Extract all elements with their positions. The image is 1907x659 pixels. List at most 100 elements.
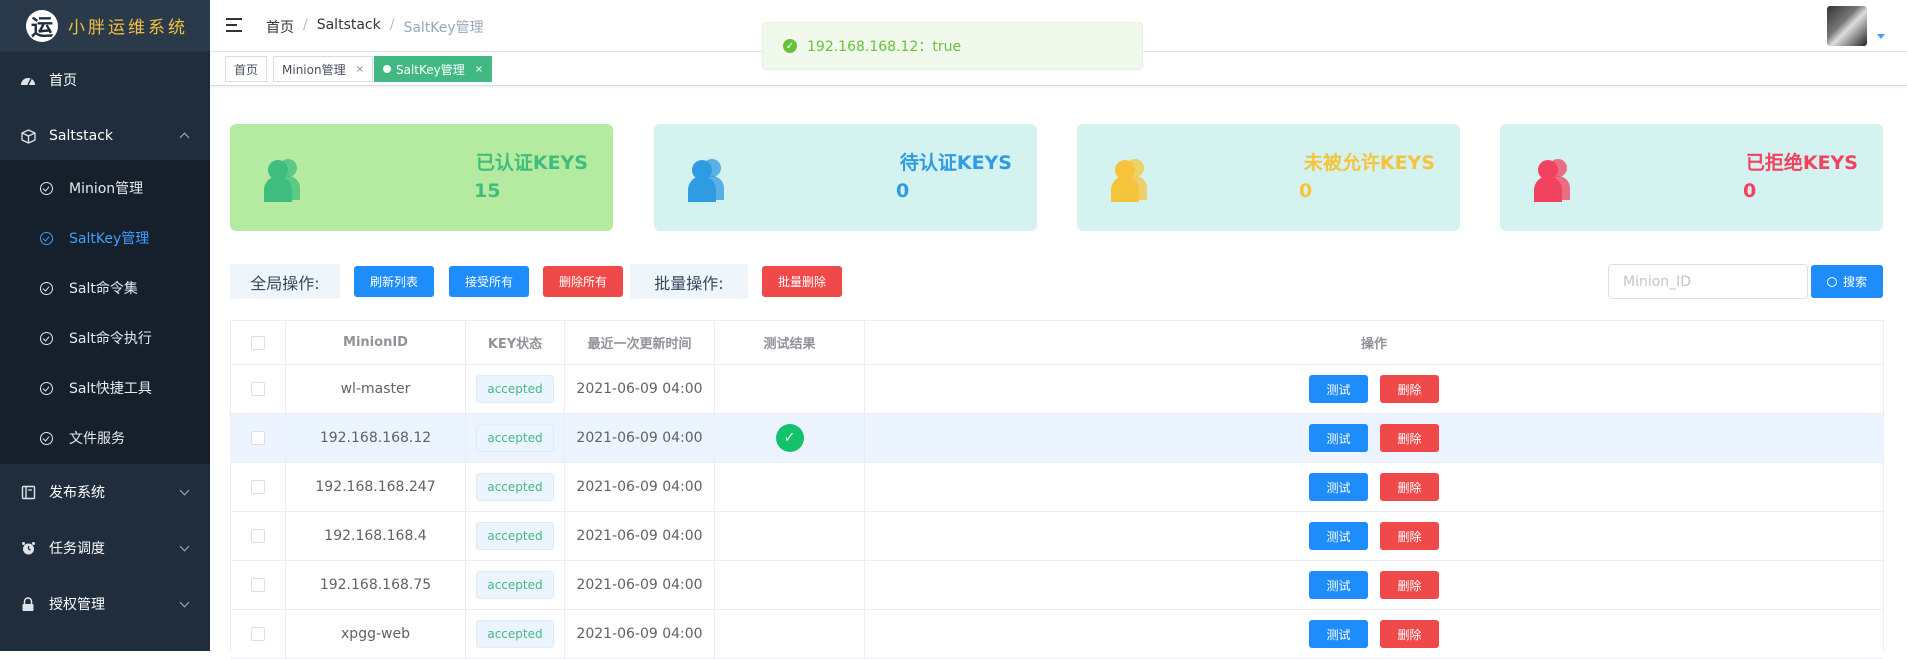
tag-label: SaltKey管理 <box>396 62 465 77</box>
table-row[interactable]: 192.168.168.247 accepted 2021-06-09 04:0… <box>231 463 1883 512</box>
select-all-cell <box>231 321 286 364</box>
row-checkbox[interactable] <box>251 480 265 494</box>
test-result <box>715 512 865 560</box>
delete-button[interactable]: 删除 <box>1380 620 1439 648</box>
hamburger-icon[interactable] <box>226 18 242 32</box>
tag-minion[interactable]: Minion管理 × <box>273 56 373 82</box>
sidebar-item-label: Salt命令执行 <box>69 331 152 347</box>
circle-check-icon <box>40 281 53 295</box>
delete-button[interactable]: 删除 <box>1380 424 1439 452</box>
sidebar-item-minion[interactable]: Minion管理 <box>0 168 210 208</box>
delete-button[interactable]: 删除 <box>1380 522 1439 550</box>
test-button[interactable]: 测试 <box>1309 522 1368 550</box>
select-all-checkbox[interactable] <box>251 335 265 350</box>
status-badge: accepted <box>476 473 554 501</box>
row-checkbox[interactable] <box>251 529 265 543</box>
sidebar-item-label: Salt快捷工具 <box>69 381 152 397</box>
close-icon[interactable]: × <box>356 64 364 75</box>
sidebar-item-saltstack[interactable]: Saltstack <box>0 112 210 160</box>
sidebar-item-saltkey[interactable]: SaltKey管理 <box>0 218 210 258</box>
column-header[interactable]: MinionID <box>286 321 466 364</box>
sidebar-item-salt-execute[interactable]: Salt命令执行 <box>0 318 210 358</box>
minion-id: 192.168.168.4 <box>286 512 466 560</box>
test-button[interactable]: 测试 <box>1309 473 1368 501</box>
sidebar-item-release[interactable]: 发布系统 <box>0 468 210 516</box>
updated-time: 2021-06-09 04:00 <box>565 463 715 511</box>
stat-card-pending: 待认证KEYS 0 <box>654 124 1037 231</box>
sidebar-item-scheduler[interactable]: 任务调度 <box>0 524 210 572</box>
row-actions: 测试 删除 <box>865 463 1883 511</box>
dashboard-icon <box>20 72 36 88</box>
sidebar-item-label: 授权管理 <box>49 597 105 613</box>
row-checkbox[interactable] <box>251 578 265 592</box>
delete-button[interactable]: 删除 <box>1380 571 1439 599</box>
table-row[interactable]: wl-master accepted 2021-06-09 04:00 测试 删… <box>231 365 1883 414</box>
breadcrumb-home[interactable]: 首页 <box>266 17 294 37</box>
table-row[interactable]: 192.168.168.4 accepted 2021-06-09 04:00 … <box>231 512 1883 561</box>
card-value: 15 <box>474 180 501 202</box>
status-badge: accepted <box>476 424 554 452</box>
search-icon <box>1826 276 1837 287</box>
success-toast: ✓ 192.168.168.12：true <box>762 22 1143 70</box>
accept-all-button[interactable]: 接受所有 <box>449 266 529 297</box>
search-button[interactable]: 搜索 <box>1811 265 1883 298</box>
sidebar-item-home[interactable]: 首页 <box>0 56 210 104</box>
sidebar-item-label: Salt命令集 <box>69 281 138 297</box>
minion-id-search-input[interactable]: Minion_ID <box>1608 264 1808 299</box>
updated-time: 2021-06-09 04:00 <box>565 561 715 609</box>
row-checkbox[interactable] <box>251 627 265 641</box>
sidebar-item-auth[interactable]: 授权管理 <box>0 580 210 628</box>
tag-home[interactable]: 首页 <box>225 56 268 82</box>
delete-all-button[interactable]: 删除所有 <box>543 266 623 297</box>
stat-card-accepted: 已认证KEYS 15 <box>230 124 613 231</box>
sidebar-item-label: 发布系统 <box>49 485 105 501</box>
row-checkbox[interactable] <box>251 382 265 396</box>
batch-delete-button[interactable]: 批量删除 <box>762 266 842 297</box>
row-actions: 测试 删除 <box>865 561 1883 609</box>
column-header[interactable]: 测试结果 <box>715 321 865 364</box>
column-header[interactable]: 最近一次更新时间 <box>565 321 715 364</box>
table-row[interactable]: 192.168.168.12 accepted 2021-06-09 04:00… <box>231 414 1883 463</box>
app-logo[interactable]: 运 小胖运维系统 <box>0 0 210 52</box>
delete-button[interactable]: 删除 <box>1380 473 1439 501</box>
close-icon[interactable]: × <box>475 64 483 75</box>
status-badge: accepted <box>476 375 554 403</box>
sidebar-item-file-service[interactable]: 文件服务 <box>0 418 210 458</box>
updated-time: 2021-06-09 04:00 <box>565 512 715 560</box>
caret-down-icon[interactable] <box>1877 34 1885 39</box>
test-button[interactable]: 测试 <box>1309 424 1368 452</box>
sidebar-item-salt-commands[interactable]: Salt命令集 <box>0 268 210 308</box>
tag-label: Minion管理 <box>282 62 346 77</box>
breadcrumb-saltstack[interactable]: Saltstack <box>317 17 381 37</box>
test-result: ✓ <box>715 414 865 462</box>
logo-icon: 运 <box>26 9 58 42</box>
users-icon <box>1105 154 1155 204</box>
status-badge: accepted <box>476 620 554 648</box>
table-row[interactable]: 192.168.168.75 accepted 2021-06-09 04:00… <box>231 561 1883 610</box>
table-row[interactable]: xpgg-web accepted 2021-06-09 04:00 测试 删除 <box>231 610 1883 659</box>
minion-id: 192.168.168.247 <box>286 463 466 511</box>
sidebar-item-salt-tools[interactable]: Salt快捷工具 <box>0 368 210 408</box>
box-icon <box>20 128 36 144</box>
breadcrumb-separator: / <box>389 17 395 33</box>
circle-check-icon <box>40 331 53 345</box>
test-button[interactable]: 测试 <box>1309 375 1368 403</box>
chevron-down-icon <box>179 485 190 495</box>
avatar[interactable] <box>1827 6 1867 46</box>
users-icon <box>1528 154 1578 204</box>
minion-id: 192.168.168.75 <box>286 561 466 609</box>
breadcrumb: 首页 / Saltstack / SaltKey管理 <box>266 17 484 37</box>
users-icon <box>682 154 732 204</box>
tag-saltkey[interactable]: SaltKey管理 × <box>374 56 493 82</box>
card-value: 0 <box>1743 180 1757 202</box>
column-header[interactable]: KEY状态 <box>466 321 565 364</box>
delete-button[interactable]: 删除 <box>1380 375 1439 403</box>
refresh-list-button[interactable]: 刷新列表 <box>354 266 434 297</box>
row-checkbox[interactable] <box>251 431 265 445</box>
chevron-down-icon <box>179 541 190 551</box>
card-title: 已认证KEYS <box>475 152 588 174</box>
sidebar: 运 小胖运维系统 首页 Saltstack Minion管理 SaltKey管理… <box>0 0 210 651</box>
test-button[interactable]: 测试 <box>1309 620 1368 648</box>
minion-id: wl-master <box>286 365 466 413</box>
test-button[interactable]: 测试 <box>1309 571 1368 599</box>
